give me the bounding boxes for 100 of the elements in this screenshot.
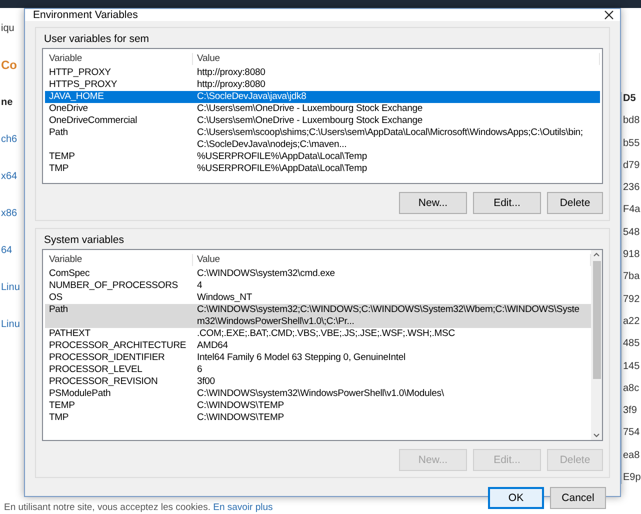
- variable-value: C:\WINDOWS\system32\cmd.exe: [196, 268, 336, 280]
- column-header: D5: [623, 92, 637, 105]
- variable-name: OneDrive: [48, 103, 89, 115]
- list-row[interactable]: Path C:\Users\sem\scoop\shims;C:\Users\sem\AppData\Local\Microsoft\WindowsApps;C:\Outils\bin;C:\SocleDevJava\nodejs;C:\maven...: [45, 127, 600, 151]
- column-header[interactable]: Variable: [45, 53, 193, 65]
- page-text: 792: [623, 292, 641, 306]
- list-row[interactable]: PSModulePath C:\WINDOWS\system32\WindowsPowerShell\v1.0\Modules\: [45, 388, 591, 400]
- page-text: 485: [623, 337, 641, 350]
- link-text[interactable]: Linu: [1, 281, 25, 294]
- cookie-notice: En utilisant notre site, vous acceptez les cookies.: [4, 502, 210, 513]
- list-row[interactable]: ComSpec C:\WINDOWS\system32\cmd.exe: [45, 268, 591, 280]
- page-text: F4a: [623, 203, 641, 216]
- variable-value: %USERPROFILE%\AppData\Local\Temp: [196, 151, 368, 163]
- variable-name: HTTP_PROXY: [48, 67, 112, 79]
- variable-value: 6: [196, 364, 204, 376]
- window-title: Environment Variables: [33, 9, 138, 21]
- variable-name: Path: [48, 127, 69, 140]
- list-action-button[interactable]: Edit...: [473, 192, 541, 214]
- variable-name: TEMP: [48, 151, 76, 163]
- variable-name: JAVA_HOME: [48, 91, 105, 103]
- learn-more-link[interactable]: En savoir plus: [213, 502, 273, 513]
- scrollbar[interactable]: [591, 250, 602, 440]
- page-text: bd8: [623, 114, 641, 128]
- list-row[interactable]: HTTPS_PROXY http://proxy:8080: [45, 79, 600, 91]
- page-text: b55: [623, 136, 641, 150]
- list-row[interactable]: OneDriveCommercial C:\Users\sem\OneDrive - Luxembourg Stock Exchange: [45, 115, 600, 127]
- list-row[interactable]: JAVA_HOME C:\SocleDevJava\java\jdk8: [45, 91, 600, 103]
- variables-list[interactable]: [42, 48, 603, 184]
- variable-name: PROCESSOR_REVISION: [48, 376, 159, 388]
- list-row[interactable]: TEMP C:\WINDOWS\TEMP: [45, 400, 591, 412]
- variable-name: TEMP: [48, 400, 76, 412]
- variable-value: C:\WINDOWS\TEMP: [196, 412, 285, 424]
- page-text: 3f9: [623, 404, 638, 418]
- variable-name: TMP: [48, 412, 70, 424]
- link-text[interactable]: 64: [1, 244, 25, 257]
- variable-value: AMD64: [196, 340, 229, 352]
- variable-value: http://proxy:8080: [196, 67, 266, 79]
- page-text: a22: [623, 314, 641, 328]
- list-row[interactable]: PROCESSOR_LEVEL 6: [45, 364, 591, 376]
- list-row[interactable]: TMP %USERPROFILE%\AppData\Local\Temp: [45, 163, 600, 175]
- variable-value: C:\Users\sem\OneDrive - Luxembourg Stock Exchange: [196, 115, 424, 127]
- close-icon[interactable]: [604, 10, 614, 20]
- variable-name: PROCESSOR_ARCHITECTURE: [48, 340, 188, 352]
- column-header[interactable]: Value: [193, 53, 600, 65]
- scroll-down-icon[interactable]: [593, 431, 600, 440]
- variable-name: TMP: [48, 163, 70, 175]
- variable-value: C:\Users\sem\OneDrive - Luxembourg Stock Exchange: [196, 103, 424, 115]
- page-text: 7ba: [623, 270, 641, 284]
- list-row[interactable]: PROCESSOR_ARCHITECTURE AMD64: [45, 340, 591, 352]
- page-text: a8c: [623, 382, 640, 395]
- list-row[interactable]: TMP C:\WINDOWS\TEMP: [45, 412, 591, 424]
- variable-name: PROCESSOR_IDENTIFIER: [48, 352, 166, 364]
- link-text[interactable]: x64: [1, 170, 25, 183]
- variables-list[interactable]: [42, 249, 603, 441]
- scroll-up-icon[interactable]: [593, 250, 600, 259]
- variable-value: C:\WINDOWS\system32\WindowsPowerShell\v1.0\Modules\: [196, 388, 445, 400]
- variable-value: 4: [196, 280, 204, 292]
- column-header[interactable]: Variable: [45, 254, 193, 266]
- column-header: ne: [1, 96, 14, 109]
- link-text[interactable]: x86: [1, 207, 25, 220]
- list-action-button[interactable]: Delete: [547, 192, 603, 214]
- link-text[interactable]: Linu: [1, 318, 25, 331]
- group-label: User variables for sem: [43, 33, 150, 47]
- variable-name: PROCESSOR_LEVEL: [48, 364, 144, 376]
- list-row[interactable]: PATHEXT .COM;.EXE;.BAT;.CMD;.VBS;.VBE;.JS;.JSE;.WSF;.WSH;.MSC: [45, 328, 591, 340]
- link-text[interactable]: ch6: [1, 133, 25, 146]
- list-row[interactable]: PROCESSOR_REVISION 3f00: [45, 376, 591, 388]
- page-text: 548: [623, 226, 641, 239]
- list-row[interactable]: OneDrive C:\Users\sem\OneDrive - Luxembourg Stock Exchange: [45, 103, 600, 115]
- page-text: ea8: [623, 448, 641, 462]
- page-text: d79: [623, 158, 641, 172]
- dialog-button[interactable]: OK: [488, 487, 544, 509]
- variable-value: 3f00: [196, 376, 216, 388]
- variable-value: Windows_NT: [196, 292, 253, 304]
- variable-name: OneDriveCommercial: [48, 115, 138, 127]
- list-action-button[interactable]: New...: [399, 192, 467, 214]
- variable-name: OS: [48, 292, 64, 304]
- variable-value: Intel64 Family 6 Model 63 Stepping 0, GenuineIntel: [196, 352, 406, 364]
- list-row[interactable]: Path C:\WINDOWS\system32;C:\WINDOWS;C:\WINDOWS\System32\Wbem;C:\WINDOWS\System32\WindowsPowerShell\v1.0\;C:\Pr...: [45, 304, 591, 328]
- list-row[interactable]: HTTP_PROXY http://proxy:8080: [45, 67, 600, 79]
- dialog-button[interactable]: Cancel: [550, 487, 606, 509]
- variable-value: .COM;.EXE;.BAT;.CMD;.VBS;.VBE;.JS;.JSE;.WSF;.WSH;.MSC: [196, 328, 456, 340]
- list-row[interactable]: NUMBER_OF_PROCESSORS 4: [45, 280, 591, 292]
- variable-name: HTTPS_PROXY: [48, 79, 118, 91]
- variable-value: C:\WINDOWS\system32;C:\WINDOWS;C:\WINDOWS\System32\Wbem;C:\WINDOWS\System32\WindowsPowerShell\v1.0\;C:\Pr...: [196, 304, 580, 328]
- list-row[interactable]: PROCESSOR_IDENTIFIER Intel64 Family 6 Model 63 Stepping 0, GenuineIntel: [45, 352, 591, 364]
- variable-value: C:\Users\sem\scoop\shims;C:\Users\sem\AppData\Local\Microsoft\WindowsApps;C:\Outils\bin;C:\SocleDevJava\nodejs;C:\maven...: [196, 127, 584, 151]
- list-row[interactable]: TEMP %USERPROFILE%\AppData\Local\Temp: [45, 151, 600, 163]
- group-label: System variables: [43, 234, 125, 248]
- variable-name: PATHEXT: [48, 328, 92, 340]
- page-text: iqu: [1, 22, 16, 35]
- scroll-thumb[interactable]: [592, 261, 600, 379]
- list-row[interactable]: OS Windows_NT: [45, 292, 591, 304]
- page-text: 145: [623, 360, 641, 373]
- variable-name: PSModulePath: [48, 388, 112, 400]
- heading-text: Co: [1, 59, 18, 72]
- variable-value: C:\SocleDevJava\java\jdk8: [196, 91, 308, 103]
- variable-value: http://proxy:8080: [196, 79, 266, 91]
- variable-name: ComSpec: [48, 268, 91, 280]
- variable-name: NUMBER_OF_PROCESSORS: [48, 280, 179, 292]
